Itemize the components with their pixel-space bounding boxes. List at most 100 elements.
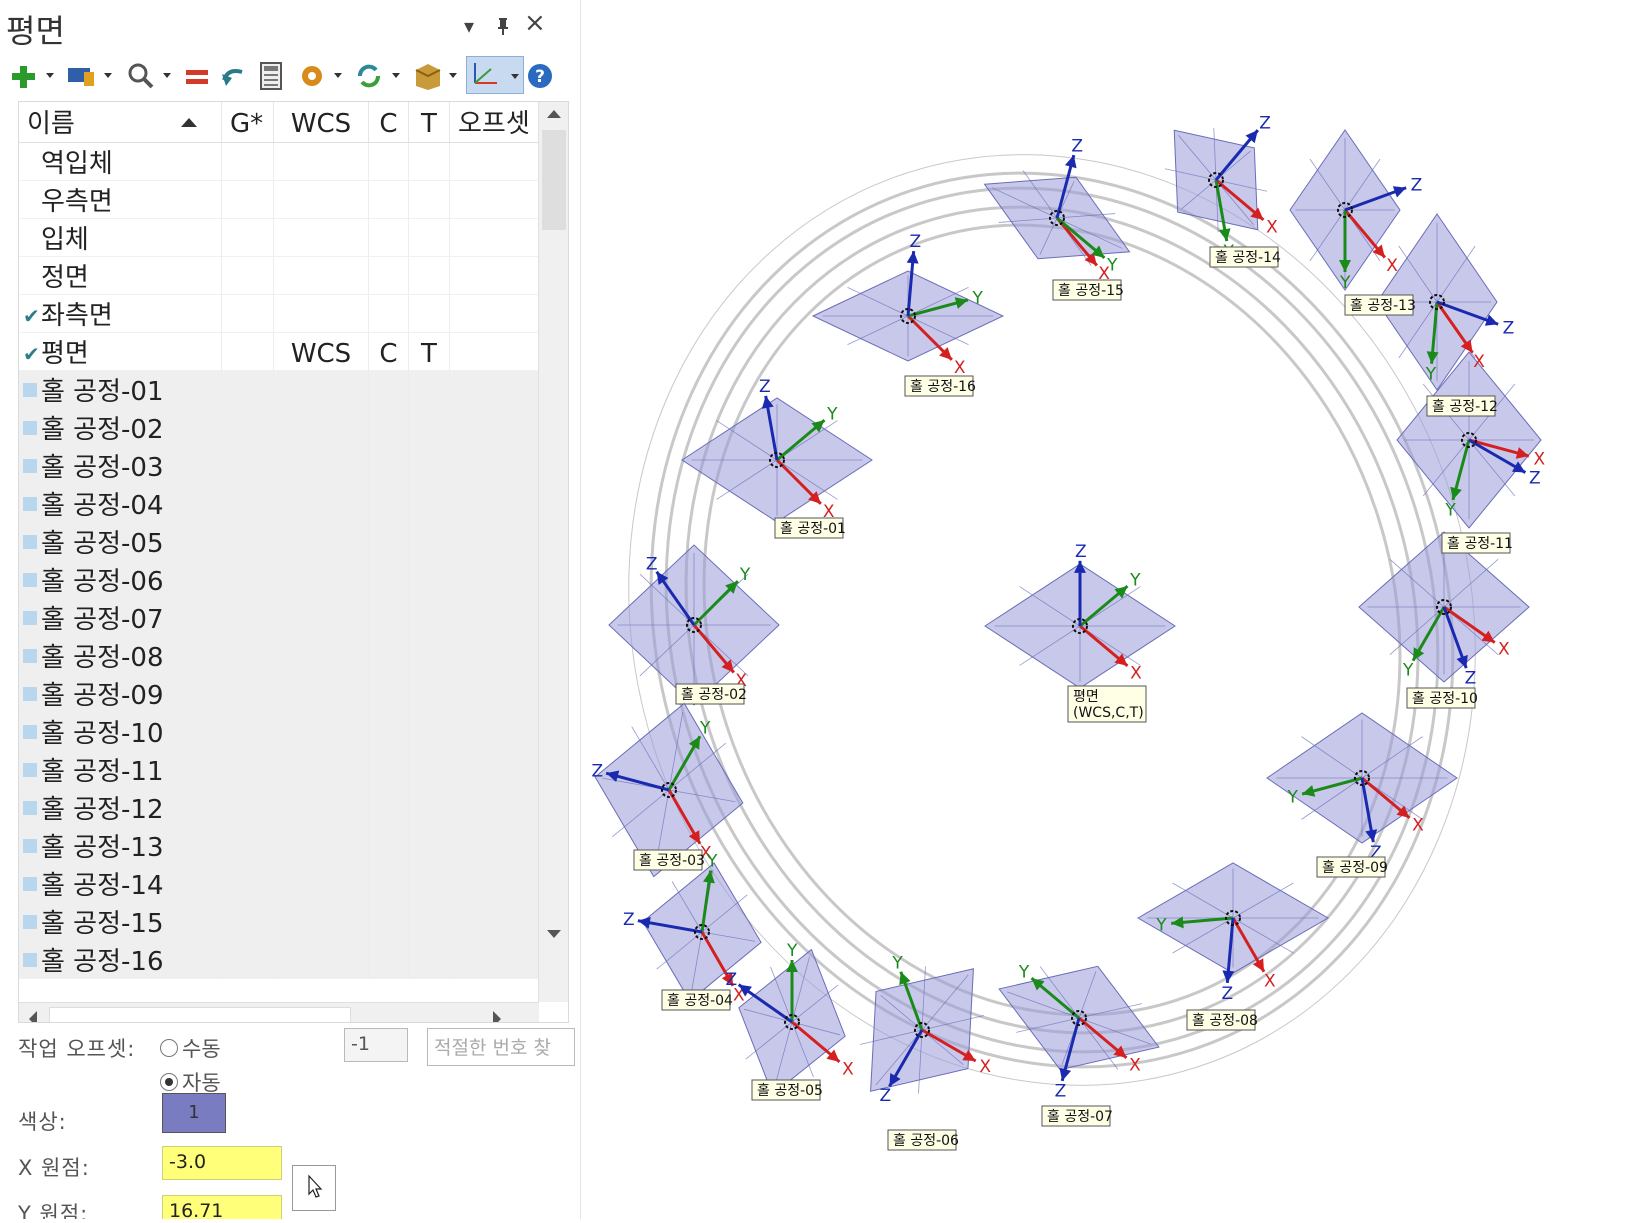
tree-cell-c5[interactable] <box>450 599 539 637</box>
tree-cell-c5[interactable] <box>450 295 539 333</box>
tree-cell-c3[interactable] <box>369 751 409 789</box>
header-t[interactable]: T <box>409 102 450 142</box>
flag-dropdown[interactable] <box>104 73 112 78</box>
tree-row[interactable]: 홀 공정-10 <box>19 713 539 751</box>
tree-cell-c5[interactable] <box>450 561 539 599</box>
viewport-canvas[interactable]: X Y Z 홀 공정-01 X Y Z 홀 공정-02 X Y Z 홀 공정-03 X Y Z 홀 공정-04… <box>582 0 1642 1219</box>
tree-row-name-cell[interactable]: 입체 <box>19 219 222 257</box>
tree-cell-c1[interactable] <box>222 523 274 561</box>
tree-cell-c2[interactable] <box>274 143 369 181</box>
manual-label[interactable]: 수동 <box>182 1033 221 1063</box>
tree-cell-c1[interactable] <box>222 409 274 447</box>
tree-cell-c2[interactable] <box>274 713 369 751</box>
tree-cell-c5[interactable] <box>450 751 539 789</box>
tree-row[interactable]: 홀 공정-02 <box>19 409 539 447</box>
plane-tree[interactable]: 이름 G* WCS C T 오프셋 역입체 우측면 입체 정면 ✔ 좌측면 ✔ 평면 WCS C T… <box>18 101 569 1023</box>
tree-cell-c5[interactable] <box>450 143 539 181</box>
tree-cell-c4[interactable] <box>409 827 450 865</box>
header-offset[interactable]: 오프셋 <box>450 102 539 142</box>
tree-cell-c3[interactable] <box>369 713 409 751</box>
tree-cell-c1[interactable] <box>222 675 274 713</box>
tree-cell-c2[interactable] <box>274 181 369 219</box>
tree-row[interactable]: 홀 공정-13 <box>19 827 539 865</box>
tree-row-name-cell[interactable]: 홀 공정-10 <box>19 713 222 751</box>
tree-cell-c2[interactable] <box>274 561 369 599</box>
tree-cell-c5[interactable] <box>450 637 539 675</box>
tree-row[interactable]: 홀 공정-07 <box>19 599 539 637</box>
tree-row[interactable]: 홀 공정-15 <box>19 903 539 941</box>
tree-cell-c4[interactable] <box>409 675 450 713</box>
tree-cell-c5[interactable] <box>450 181 539 219</box>
tree-row[interactable]: 홀 공정-16 <box>19 941 539 979</box>
tree-cell-c1[interactable] <box>222 599 274 637</box>
calculator-button[interactable] <box>258 60 284 92</box>
tree-cell-c3[interactable]: C <box>369 333 409 371</box>
horizontal-scroll-thumb[interactable] <box>49 1007 351 1022</box>
tree-row-name-cell[interactable]: 홀 공정-03 <box>19 447 222 485</box>
tree-cell-c5[interactable] <box>450 523 539 561</box>
zoom-button[interactable] <box>126 60 156 92</box>
tree-cell-c4[interactable] <box>409 257 450 295</box>
scroll-up-icon[interactable] <box>539 102 569 126</box>
tree-cell-c3[interactable] <box>369 865 409 903</box>
tree-cell-c2[interactable] <box>274 295 369 333</box>
tree-cell-c4[interactable] <box>409 865 450 903</box>
tree-cell-c2[interactable] <box>274 789 369 827</box>
center-plane[interactable]: X Y Z 평면(WCS,C,T) <box>984 542 1176 723</box>
tree-cell-c4[interactable] <box>409 447 450 485</box>
tree-cell-c1[interactable] <box>222 371 274 409</box>
vertical-scrollbar[interactable] <box>538 102 569 1002</box>
tree-cell-c1[interactable] <box>222 865 274 903</box>
tree-row-name-cell[interactable]: 정면 <box>19 257 222 295</box>
tree-cell-c4[interactable] <box>409 143 450 181</box>
settings-button[interactable] <box>298 60 328 92</box>
tree-cell-c1[interactable] <box>222 295 274 333</box>
tree-cell-c4[interactable] <box>409 561 450 599</box>
tree-cell-c1[interactable] <box>222 219 274 257</box>
tree-row-name-cell[interactable]: 우측면 <box>19 181 222 219</box>
tree-cell-c3[interactable] <box>369 523 409 561</box>
tree-row-name-cell[interactable]: 홀 공정-11 <box>19 751 222 789</box>
tree-cell-c5[interactable] <box>450 827 539 865</box>
tree-cell-c5[interactable] <box>450 409 539 447</box>
header-name[interactable]: 이름 <box>19 102 222 142</box>
tree-cell-c2[interactable] <box>274 827 369 865</box>
tree-row-name-cell[interactable]: 홀 공정-02 <box>19 409 222 447</box>
tree-cell-c3[interactable] <box>369 143 409 181</box>
tree-row[interactable]: 홀 공정-12 <box>19 789 539 827</box>
tree-cell-c5[interactable] <box>450 675 539 713</box>
tree-cell-c2[interactable] <box>274 447 369 485</box>
pin-button[interactable] <box>496 16 510 41</box>
tree-cell-c5[interactable] <box>450 789 539 827</box>
offset-find-input[interactable]: 적절한 번호 찾 <box>427 1028 575 1066</box>
box-dropdown[interactable] <box>449 73 457 78</box>
tree-cell-c2[interactable] <box>274 257 369 295</box>
tree-cell-c2[interactable] <box>274 637 369 675</box>
refresh-button[interactable] <box>354 60 384 92</box>
hole-plane[interactable]: XYZ홀 공정-14 <box>1136 98 1296 268</box>
tree-cell-c2[interactable] <box>274 371 369 409</box>
hole-plane[interactable]: X Y Z 홀 공정-16 <box>811 232 1005 397</box>
tree-cell-c5[interactable] <box>450 257 539 295</box>
tree-row[interactable]: 우측면 <box>19 181 539 219</box>
tree-row-name-cell[interactable]: 역입체 <box>19 143 222 181</box>
tree-cell-c4[interactable] <box>409 523 450 561</box>
tree-cell-c5[interactable] <box>450 865 539 903</box>
tree-cell-c4[interactable] <box>409 751 450 789</box>
tree-cell-c4[interactable] <box>409 713 450 751</box>
tree-cell-c4[interactable] <box>409 295 450 333</box>
scroll-down-icon[interactable] <box>539 922 569 946</box>
tree-cell-c1[interactable] <box>222 637 274 675</box>
auto-radio[interactable] <box>160 1073 178 1091</box>
tree-cell-c4[interactable] <box>409 371 450 409</box>
tree-cell-c3[interactable] <box>369 637 409 675</box>
tree-row-name-cell[interactable]: 홀 공정-09 <box>19 675 222 713</box>
box-button[interactable] <box>412 60 442 92</box>
tree-cell-c3[interactable] <box>369 599 409 637</box>
tree-row-name-cell[interactable]: 홀 공정-06 <box>19 561 222 599</box>
tree-cell-c5[interactable] <box>450 903 539 941</box>
tree-row-name-cell[interactable]: ✔ 평면 <box>19 333 222 371</box>
tree-row[interactable]: 홀 공정-09 <box>19 675 539 713</box>
tree-cell-c5[interactable] <box>450 941 539 979</box>
flag-button[interactable] <box>66 60 98 92</box>
